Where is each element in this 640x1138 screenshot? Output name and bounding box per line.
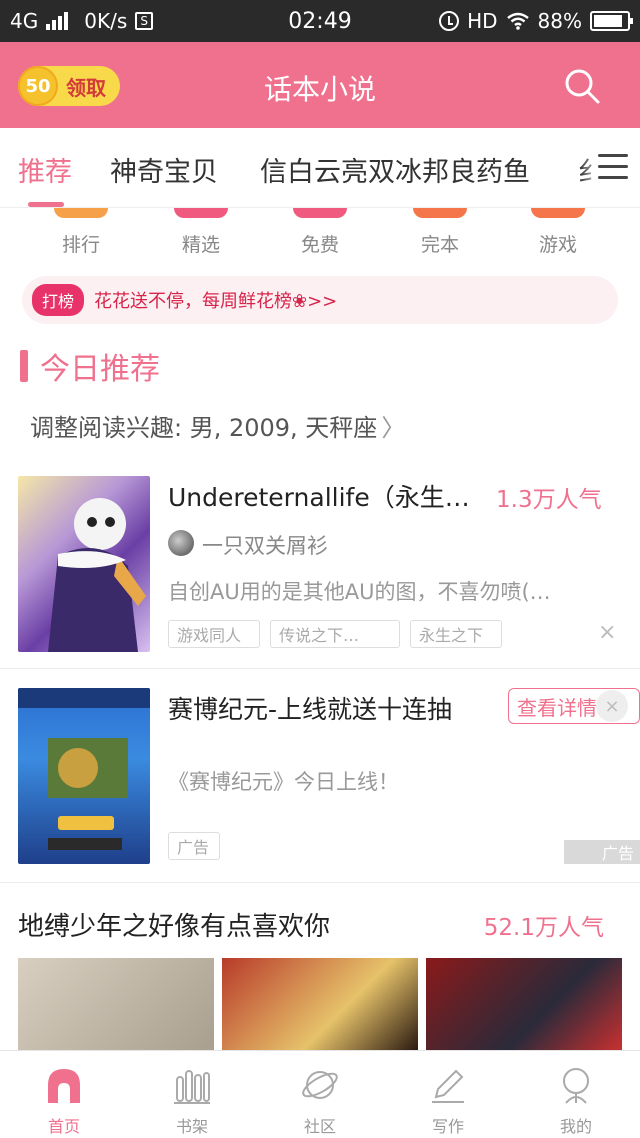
free-icon — [293, 208, 347, 218]
finished-icon — [413, 208, 467, 218]
quick-featured[interactable]: 精选 — [156, 208, 246, 257]
author-avatar[interactable] — [168, 530, 194, 556]
quick-finished-label: 完本 — [420, 234, 459, 256]
signal-icon — [46, 12, 69, 30]
quick-games-label: 游戏 — [538, 234, 577, 256]
ad-tag: 广告 — [168, 832, 220, 860]
hd-indicator: HD — [467, 9, 498, 33]
nav-profile[interactable]: 我的 — [512, 1051, 640, 1138]
nav-bookshelf-label: 书架 — [175, 1117, 208, 1136]
adjust-interest-link[interactable]: 调整阅读兴趣: 男, 2009, 天秤座〉 — [30, 408, 405, 443]
ad-mark-label: 广告 — [601, 844, 634, 863]
nav-community[interactable]: 社区 — [256, 1051, 384, 1138]
tab-ship-tag[interactable]: 信白云亮双冰邦良药鱼 — [260, 150, 530, 189]
search-icon[interactable] — [562, 66, 602, 106]
story-tag[interactable]: 永生之下 — [410, 620, 502, 648]
alarm-icon — [439, 11, 460, 31]
featured-icon — [174, 208, 228, 218]
quick-featured-label: 精选 — [181, 234, 220, 256]
profile-icon — [563, 1068, 589, 1104]
ad-mark: 广告 — [564, 840, 640, 864]
bottom-nav: 首页 书架 社区 写作 我的 — [0, 1050, 640, 1138]
home-icon — [48, 1069, 80, 1103]
quick-nav: 排行 精选 免费 完本 游戏 — [0, 208, 640, 262]
bookshelf-icon — [174, 1070, 210, 1104]
flower-ranking-banner[interactable]: 打榜 花花送不停，每周鲜花榜❀>> — [22, 276, 618, 324]
battery-icon — [590, 11, 633, 31]
notice-text: 花花送不停，每周鲜花榜❀>> — [94, 291, 338, 312]
nav-profile-label: 我的 — [559, 1117, 592, 1136]
ad-illustration — [18, 688, 150, 850]
sim-icon: S — [135, 12, 154, 30]
pen-icon — [432, 1069, 464, 1103]
nav-community-label: 社区 — [303, 1117, 336, 1136]
ad-cover — [18, 688, 150, 864]
story-title: Undereternallife（永生… — [168, 483, 470, 512]
tab-pokemon[interactable]: 神奇宝贝 — [110, 150, 218, 189]
cover-illustration — [48, 498, 146, 652]
quick-ranking-label: 排行 — [61, 234, 100, 256]
wifi-icon — [506, 12, 529, 30]
notice-tag: 打榜 — [32, 284, 85, 316]
chevron-right-icon: 〉 — [381, 414, 406, 442]
collection-popularity: 52.1万人气 — [483, 915, 604, 941]
dismiss-icon[interactable]: × — [598, 620, 616, 645]
ad-description: 《赛博纪元》今日上线！ — [168, 770, 399, 794]
quick-free-label: 免费 — [300, 234, 339, 256]
collection-title[interactable]: 地缚少年之好像有点喜欢你 — [18, 906, 330, 943]
section-accent-bar — [20, 350, 28, 382]
nav-write-label: 写作 — [431, 1117, 464, 1136]
story-popularity: 1.3万人气 — [496, 487, 602, 513]
section-title: 今日推荐 — [40, 352, 160, 387]
story-tag[interactable]: 传说之下… — [270, 620, 400, 648]
collection-thumbnail[interactable] — [426, 958, 622, 1050]
nav-bookshelf[interactable]: 书架 — [128, 1051, 256, 1138]
category-tabs: 推荐 神奇宝贝 信白云亮双冰邦良药鱼 纟 — [0, 128, 640, 208]
planet-icon — [302, 1071, 338, 1099]
games-icon — [531, 208, 585, 218]
quick-ranking[interactable]: 排行 — [36, 208, 126, 257]
story-description: 自创AU用的是其他AU的图，不喜勿喷(… — [168, 580, 551, 604]
page-title: 话本小说 — [263, 73, 376, 106]
interest-text: 调整阅读兴趣: 男, 2009, 天秤座 — [30, 414, 378, 442]
menu-icon[interactable] — [598, 154, 628, 180]
app-header: 50 领取 话本小说 — [0, 42, 640, 128]
story-tag[interactable]: 游戏同人 — [168, 620, 260, 648]
quick-games[interactable]: 游戏 — [513, 208, 603, 257]
nav-write[interactable]: 写作 — [384, 1051, 512, 1138]
ad-title: 赛博纪元-上线就送十连抽 — [168, 695, 453, 724]
quick-finished[interactable]: 完本 — [395, 208, 485, 257]
nav-home[interactable]: 首页 — [0, 1051, 128, 1138]
tab-recommend[interactable]: 推荐 — [18, 150, 72, 189]
ranking-icon — [54, 208, 108, 218]
tab-active-indicator — [28, 202, 64, 207]
battery-percent: 88% — [537, 9, 582, 33]
ad-close-icon[interactable]: × — [596, 690, 628, 722]
collection-thumbnail[interactable] — [222, 958, 418, 1050]
section-header: 今日推荐 — [20, 344, 160, 388]
status-bar: 4G 0K/s S 02:49 HD 88% — [0, 0, 640, 42]
nav-home-label: 首页 — [47, 1117, 80, 1136]
divider — [0, 668, 640, 669]
network-speed: 0K/s — [84, 9, 128, 33]
collection-thumbnail[interactable] — [18, 958, 214, 1050]
story-cover — [18, 476, 150, 652]
network-type: 4G — [10, 9, 39, 33]
divider — [0, 882, 640, 883]
author-name[interactable]: 一只双关屑衫 — [202, 530, 328, 560]
quick-free[interactable]: 免费 — [275, 208, 365, 257]
